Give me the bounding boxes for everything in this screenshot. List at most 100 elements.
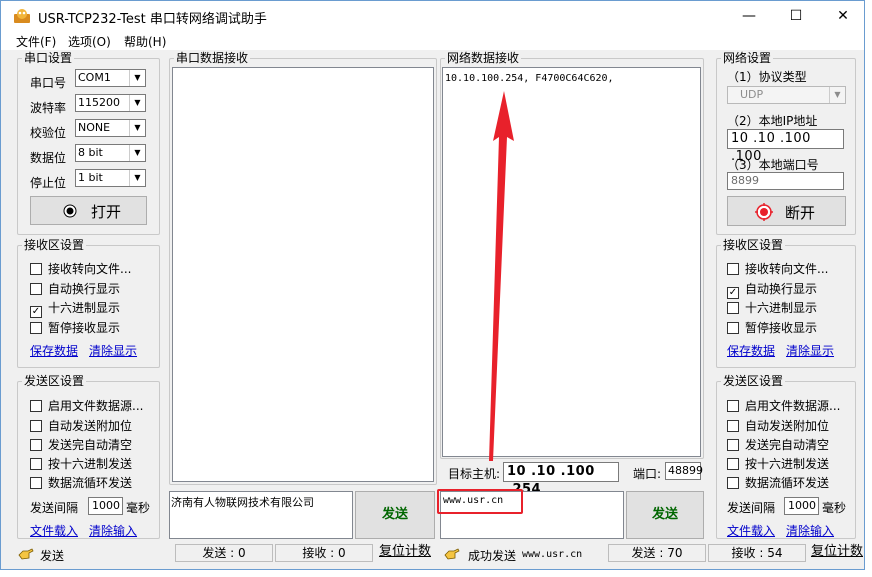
open-serial-label: 打开 bbox=[91, 203, 122, 221]
hand-icon bbox=[18, 548, 34, 560]
menu-help[interactable]: 帮助(H) bbox=[124, 33, 166, 50]
arrow-annotation-icon bbox=[489, 91, 514, 461]
status-right-send-count: 发送 : 70 bbox=[608, 544, 706, 562]
stop-bits-combo[interactable]: 1 bit ▼ bbox=[75, 169, 146, 187]
left-auto-wrap-checkbox[interactable]: 自动换行显示 bbox=[30, 280, 120, 296]
left-save-data-link[interactable]: 保存数据 bbox=[30, 342, 78, 359]
local-ip-label: （2）本地IP地址 bbox=[727, 114, 818, 128]
local-ip-input[interactable]: 10 .10 .100 .100 bbox=[727, 129, 844, 164]
target-host-input[interactable]: 10 .10 .100 .254 bbox=[503, 462, 619, 497]
network-settings-legend: 网络设置 bbox=[723, 51, 772, 65]
target-port-input[interactable]: 48899 bbox=[665, 462, 703, 480]
network-send-button[interactable]: 发送 bbox=[626, 491, 704, 539]
serial-send-input[interactable]: 济南有人物联网技术有限公司 bbox=[169, 491, 353, 539]
serial-send-button[interactable]: 发送 bbox=[355, 491, 435, 539]
left-auto-append-checkbox[interactable]: 自动发送附加位 bbox=[30, 417, 132, 433]
app-icon bbox=[14, 9, 30, 23]
menu-file[interactable]: 文件(F) bbox=[16, 33, 56, 50]
right-clear-display-link[interactable]: 清除显示 bbox=[786, 342, 834, 359]
protocol-value: UDP bbox=[740, 88, 764, 101]
chevron-down-icon[interactable]: ▼ bbox=[129, 95, 145, 111]
menu-bar: 文件(F) 选项(O) 帮助(H) bbox=[1, 32, 864, 50]
baud-rate-combo[interactable]: 115200 ▼ bbox=[75, 94, 146, 112]
right-hex-display-checkbox[interactable]: 十六进制显示 bbox=[727, 299, 817, 315]
status-left-recv-count: 接收 : 0 bbox=[275, 544, 373, 562]
chevron-down-icon[interactable]: ▼ bbox=[129, 70, 145, 86]
left-hex-send-checkbox[interactable]: 按十六进制发送 bbox=[30, 455, 132, 471]
network-receive-area[interactable]: 10.10.100.254, F4700C64C620, bbox=[442, 67, 701, 457]
minimize-button[interactable]: — bbox=[726, 1, 772, 31]
baud-rate-value: 115200 bbox=[78, 96, 120, 109]
chevron-down-icon[interactable]: ▼ bbox=[129, 145, 145, 161]
right-recv-to-file-checkbox[interactable]: 接收转向文件... bbox=[727, 260, 828, 276]
chevron-down-icon[interactable]: ▼ bbox=[129, 170, 145, 186]
left-interval-unit: 毫秒 bbox=[126, 501, 151, 515]
target-port-label: 端口: bbox=[633, 467, 662, 481]
serial-port-combo[interactable]: COM1 ▼ bbox=[75, 69, 146, 87]
disconnect-button[interactable]: 断开 bbox=[727, 196, 846, 226]
left-clear-input-link[interactable]: 清除输入 bbox=[89, 522, 137, 539]
right-interval-label: 发送间隔 bbox=[727, 501, 776, 515]
close-button[interactable]: ✕ bbox=[820, 1, 864, 31]
right-auto-append-checkbox[interactable]: 自动发送附加位 bbox=[727, 417, 829, 433]
network-receive-content: 10.10.100.254, F4700C64C620, bbox=[445, 73, 614, 84]
local-port-input[interactable]: 8899 bbox=[727, 172, 844, 190]
chevron-down-icon[interactable]: ▼ bbox=[829, 87, 845, 103]
right-auto-wrap-checkbox[interactable]: ✓ 自动换行显示 bbox=[727, 280, 817, 299]
chevron-down-icon[interactable]: ▼ bbox=[129, 120, 145, 136]
right-pause-display-checkbox[interactable]: 暂停接收显示 bbox=[727, 319, 817, 335]
stop-bits-value: 1 bit bbox=[78, 171, 103, 184]
right-save-data-link[interactable]: 保存数据 bbox=[727, 342, 775, 359]
parity-value: NONE bbox=[78, 121, 111, 134]
left-interval-label: 发送间隔 bbox=[30, 501, 79, 515]
right-interval-input[interactable]: 1000 bbox=[784, 497, 819, 515]
status-right-text: 成功发送 bbox=[468, 549, 517, 563]
baud-rate-label: 波特率 bbox=[30, 101, 67, 115]
data-bits-combo[interactable]: 8 bit ▼ bbox=[75, 144, 146, 162]
serial-receive-area[interactable] bbox=[172, 67, 434, 482]
serial-send-text: 济南有人物联网技术有限公司 bbox=[171, 496, 314, 509]
left-recv-to-file-checkbox[interactable]: 接收转向文件... bbox=[30, 260, 131, 276]
parity-combo[interactable]: NONE ▼ bbox=[75, 119, 146, 137]
menu-options[interactable]: 选项(O) bbox=[68, 33, 111, 50]
highlight-box bbox=[437, 489, 523, 514]
right-load-file-link[interactable]: 文件载入 bbox=[727, 522, 775, 539]
title-bar[interactable]: USR-TCP232-Test 串口转网络调试助手 — ☐ ✕ bbox=[1, 1, 864, 32]
target-host-label: 目标主机: bbox=[448, 467, 501, 481]
serial-settings-legend: 串口设置 bbox=[24, 51, 73, 65]
right-file-source-checkbox[interactable]: 启用文件数据源... bbox=[727, 397, 840, 413]
protocol-combo[interactable]: UDP ▼ bbox=[727, 86, 846, 104]
stop-bits-label: 停止位 bbox=[30, 176, 67, 190]
status-left-text: 发送 bbox=[40, 549, 65, 563]
right-receive-legend: 接收区设置 bbox=[723, 238, 784, 252]
left-interval-input[interactable]: 1000 bbox=[88, 497, 123, 515]
left-auto-clear-checkbox[interactable]: 发送完自动清空 bbox=[30, 436, 132, 452]
right-loop-send-checkbox[interactable]: 数据流循环发送 bbox=[727, 474, 829, 490]
right-auto-clear-checkbox[interactable]: 发送完自动清空 bbox=[727, 436, 829, 452]
data-bits-label: 数据位 bbox=[30, 151, 67, 165]
status-left-reset-button[interactable]: 复位计数 bbox=[375, 544, 435, 562]
network-receive-legend: 网络数据接收 bbox=[447, 51, 520, 65]
data-bits-value: 8 bit bbox=[78, 146, 103, 159]
right-clear-input-link[interactable]: 清除输入 bbox=[786, 522, 834, 539]
left-hex-display-checkbox[interactable]: ✓ 十六进制显示 bbox=[30, 299, 120, 318]
left-clear-display-link[interactable]: 清除显示 bbox=[89, 342, 137, 359]
status-right-reset-button[interactable]: 复位计数 bbox=[808, 544, 864, 562]
left-loop-send-checkbox[interactable]: 数据流循环发送 bbox=[30, 474, 132, 490]
hand-icon bbox=[444, 548, 460, 560]
right-send-legend: 发送区设置 bbox=[723, 374, 784, 388]
right-interval-unit: 毫秒 bbox=[822, 501, 847, 515]
left-send-legend: 发送区设置 bbox=[24, 374, 85, 388]
left-file-source-checkbox[interactable]: 启用文件数据源... bbox=[30, 397, 143, 413]
left-load-file-link[interactable]: 文件载入 bbox=[30, 522, 78, 539]
protocol-label: （1）协议类型 bbox=[727, 70, 807, 84]
maximize-button[interactable]: ☐ bbox=[773, 1, 819, 31]
serial-port-value: COM1 bbox=[78, 71, 111, 84]
serial-port-label: 串口号 bbox=[30, 76, 67, 90]
right-hex-send-checkbox[interactable]: 按十六进制发送 bbox=[727, 455, 829, 471]
left-pause-display-checkbox[interactable]: 暂停接收显示 bbox=[30, 319, 120, 335]
local-port-label: （3）本地端口号 bbox=[727, 158, 819, 172]
red-target-icon bbox=[755, 203, 773, 221]
open-serial-button[interactable]: 打开 bbox=[30, 196, 147, 225]
status-left-send-count: 发送 : 0 bbox=[175, 544, 273, 562]
